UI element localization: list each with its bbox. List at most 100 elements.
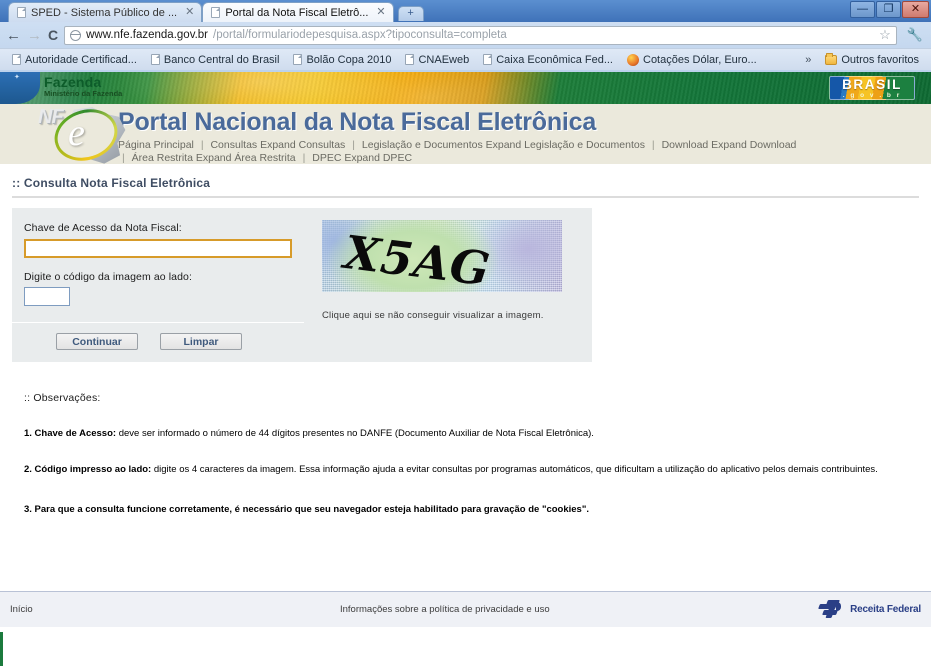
bookmark-item[interactable]: Bolão Copa 2010 <box>287 53 397 67</box>
close-window-button[interactable]: ✕ <box>902 1 929 18</box>
captcha-input[interactable] <box>24 287 70 306</box>
bookmark-label: Autoridade Certificad... <box>25 53 137 66</box>
chave-acesso-label: Chave de Acesso da Nota Fiscal: <box>24 222 182 234</box>
observation-label: 1. Chave de Acesso: <box>24 428 117 439</box>
bookmark-label: Caixa Econômica Fed... <box>496 53 613 66</box>
tab-portal-nfe[interactable]: Portal da Nota Fiscal Eletrô... ✕ <box>202 2 394 22</box>
maximize-button[interactable]: ❐ <box>876 1 901 18</box>
browser-navbar: ← → C www.nfe.fazenda.gov.br /portal/for… <box>0 22 931 48</box>
receita-federal-label: Receita Federal <box>850 604 921 615</box>
nav-separator: | <box>352 139 355 151</box>
globe-icon <box>69 29 82 41</box>
portal-navigation: Página Principal | Consultas Expand Cons… <box>118 139 921 165</box>
nav-item-area-restrita[interactable]: Área Restrita Expand Área Restrita <box>132 152 296 164</box>
observation-item: 2. Código impresso ao lado: digite os 4 … <box>24 464 907 476</box>
observation-text: deve ser informado o número de 44 dígito… <box>116 428 594 439</box>
nfe-logo-e: e <box>68 112 85 154</box>
nav-separator: | <box>200 139 204 151</box>
folder-icon <box>825 52 838 65</box>
bookmarks-overflow-icon[interactable]: » <box>799 54 817 66</box>
page-icon <box>12 54 21 65</box>
ministry-name: Fazenda <box>44 74 102 90</box>
bookmark-item[interactable]: Caixa Econômica Fed... <box>477 53 619 67</box>
brasil-logo-title: BRASIL <box>842 77 902 92</box>
brasil-logo-domain: . g o v . b r <box>842 92 902 99</box>
wrench-menu-icon[interactable]: 🔧 <box>905 27 925 43</box>
nav-separator: | <box>302 152 306 164</box>
limpar-button[interactable]: Limpar <box>160 333 242 350</box>
bookmark-item[interactable]: Banco Central do Brasil <box>145 53 286 67</box>
page-icon <box>483 54 493 65</box>
new-tab-button[interactable]: + <box>397 6 424 21</box>
receita-federal-mark-icon <box>818 599 845 620</box>
url-host: www.nfe.fazenda.gov.br <box>86 29 209 41</box>
globe-favicon-icon <box>627 53 639 66</box>
page-icon <box>293 54 303 65</box>
observations-title: :: Observações: <box>24 392 101 404</box>
page-icon <box>405 54 415 65</box>
page-content: :: Consulta Nota Fiscal Eletrônica Chave… <box>0 164 931 516</box>
close-icon[interactable]: ✕ <box>376 7 385 18</box>
browser-chrome: SPED - Sistema Público de ... ✕ Portal d… <box>0 0 931 72</box>
title-divider <box>12 196 919 198</box>
back-icon[interactable]: ← <box>6 28 21 43</box>
page-icon <box>211 7 221 18</box>
codigo-imagem-label: Digite o código da imagem ao lado: <box>24 270 193 283</box>
other-bookmarks-label: Outros favoritos <box>841 53 919 66</box>
nav-item-legislacao[interactable]: Legislação e Documentos Expand Legislaçã… <box>362 139 645 151</box>
bookmark-label: Banco Central do Brasil <box>163 53 280 66</box>
observation-item: 3. Para que a consulta funcione corretam… <box>24 504 907 516</box>
receita-federal-logo[interactable]: Receita Federal <box>818 599 921 620</box>
bookmark-item[interactable]: Cotações Dólar, Euro... <box>621 53 763 67</box>
chave-acesso-input[interactable] <box>24 238 292 258</box>
close-icon[interactable]: ✕ <box>185 7 194 18</box>
continuar-button[interactable]: Continuar <box>56 333 138 350</box>
green-edge-marker <box>0 632 3 666</box>
tab-title: Portal da Nota Fiscal Eletrô... <box>225 6 369 19</box>
nav-separator: | <box>651 139 655 151</box>
captcha-help-link[interactable]: Clique aqui se não conseguir visualizar … <box>322 310 582 321</box>
nfe-logo[interactable]: NF e <box>38 90 148 169</box>
other-bookmarks-folder[interactable]: Outros favoritos <box>819 52 925 67</box>
tab-strip: SPED - Sistema Público de ... ✕ Portal d… <box>0 0 424 22</box>
forward-icon[interactable]: → <box>27 28 42 43</box>
bookmark-label: CNAEweb <box>418 53 470 66</box>
bookmark-star-icon[interactable]: ☆ <box>879 27 891 43</box>
captcha-challenge-text: X5AG <box>341 224 494 292</box>
bookmark-item[interactable]: Autoridade Certificad... <box>6 53 143 67</box>
observation-label: 3. Para que a consulta funcione corretam… <box>24 504 233 515</box>
nav-item-dpec[interactable]: DPEC Expand DPEC <box>312 152 412 164</box>
page-icon <box>17 7 26 18</box>
footer-privacy-link[interactable]: Informações sobre a política de privacid… <box>340 604 819 615</box>
banner-blue-corner <box>0 72 40 104</box>
captcha-image: X5AG <box>322 220 562 292</box>
observation-text: é necessário que seu navegador esteja ha… <box>232 504 589 515</box>
page-footer: Início Informações sobre a política de p… <box>0 591 931 627</box>
bottom-blank-strip <box>0 627 931 666</box>
form-inputs-group: Chave de Acesso da Nota Fiscal: Digite o… <box>12 208 304 323</box>
footer-inicio-link[interactable]: Início <box>10 604 340 615</box>
observation-text: digite os 4 caracteres da imagem. Essa i… <box>151 464 878 475</box>
tab-title: SPED - Sistema Público de ... <box>31 6 178 19</box>
observations-section: :: Observações: 1. Chave de Acesso: deve… <box>12 362 919 516</box>
page-title: Portal Nacional da Nota Fiscal Eletrônic… <box>118 108 597 136</box>
address-bar[interactable]: www.nfe.fazenda.gov.br /portal/formulari… <box>64 25 897 45</box>
nav-item-consultas[interactable]: Consultas Expand Consultas <box>210 139 345 151</box>
nav-row-2: | Área Restrita Expand Área Restrita | D… <box>118 152 921 165</box>
form-actions: Continuar Limpar <box>12 323 304 362</box>
url-path: /portal/formulariodepesquisa.aspx?tipoco… <box>213 29 507 41</box>
observation-item: 1. Chave de Acesso: deve ser informado o… <box>24 428 907 440</box>
tab-sped[interactable]: SPED - Sistema Público de ... ✕ <box>8 2 203 22</box>
browser-titlebar: SPED - Sistema Público de ... ✕ Portal d… <box>0 0 931 22</box>
bookmark-label: Bolão Copa 2010 <box>306 53 392 66</box>
minimize-button[interactable]: — <box>850 1 875 18</box>
captcha-panel: X5AG Clique aqui se não conseguir visual… <box>304 208 592 362</box>
bookmark-label: Cotações Dólar, Euro... <box>643 53 757 66</box>
brasil-gov-logo[interactable]: BRASIL . g o v . b r <box>829 76 915 100</box>
form-fields-panel: Chave de Acesso da Nota Fiscal: Digite o… <box>12 208 304 362</box>
nav-item-download[interactable]: Download Expand Download <box>662 139 797 151</box>
portal-header: NF e Portal Nacional da Nota Fiscal Elet… <box>0 101 931 169</box>
nav-row-1: Página Principal | Consultas Expand Cons… <box>118 139 921 152</box>
reload-icon[interactable]: C <box>48 27 58 43</box>
bookmark-item[interactable]: CNAEweb <box>399 53 475 67</box>
